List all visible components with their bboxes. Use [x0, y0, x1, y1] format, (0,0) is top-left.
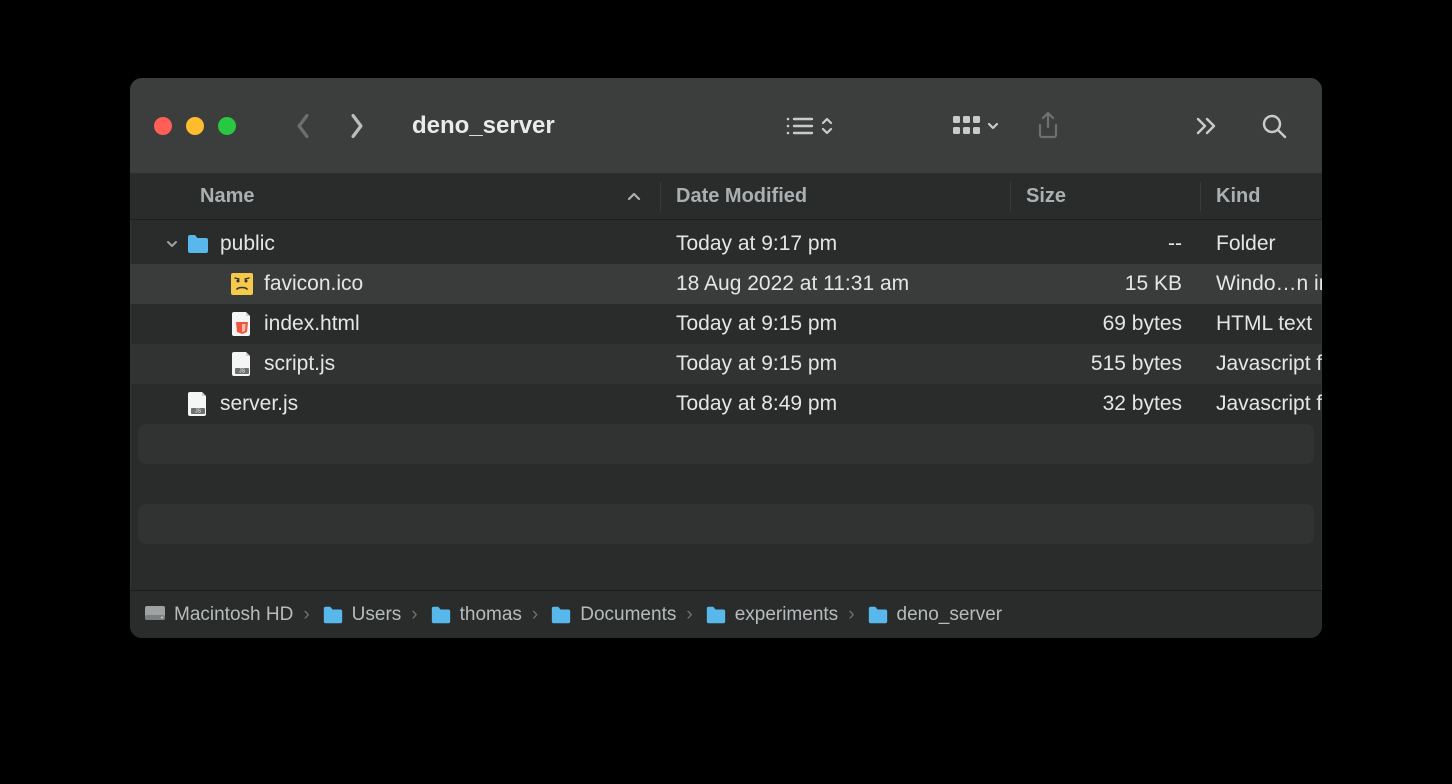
- zoom-window-button[interactable]: [218, 117, 236, 135]
- share-button[interactable]: [1024, 106, 1072, 146]
- forward-button[interactable]: [340, 109, 374, 143]
- file-row[interactable]: public Today at 9:17 pm -- Folder: [130, 224, 1322, 264]
- file-row[interactable]: index.html Today at 9:15 pm 69 bytes HTML t…: [130, 304, 1322, 344]
- path-crumb[interactable]: experiments ›: [705, 604, 857, 626]
- column-header: Name Date Modified Size Kind: [130, 174, 1322, 220]
- folder-icon: [550, 605, 572, 625]
- empty-row: [138, 504, 1314, 544]
- column-header-date[interactable]: Date Modified: [660, 174, 1010, 219]
- file-date: Today at 9:15 pm: [676, 312, 837, 336]
- path-crumb-label: thomas: [460, 604, 522, 626]
- group-by-button[interactable]: [948, 106, 1004, 146]
- chevron-up-down-icon: [820, 115, 834, 137]
- file-size: 515 bytes: [1091, 352, 1182, 376]
- path-separator-icon: ›: [303, 604, 309, 626]
- favicon-icon: [230, 272, 254, 296]
- window-controls: [154, 117, 236, 135]
- path-separator-icon: ›: [411, 604, 417, 626]
- file-date: Today at 8:49 pm: [676, 392, 837, 416]
- path-separator-icon: ›: [686, 604, 692, 626]
- file-size: 15 KB: [1125, 272, 1182, 296]
- more-button[interactable]: [1182, 106, 1230, 146]
- sort-ascending-icon: [626, 185, 642, 208]
- file-name: script.js: [264, 352, 335, 376]
- column-name-label: Name: [200, 185, 254, 208]
- file-row[interactable]: JS server.js Today at 8:49 pm 32 bytes Javas…: [130, 384, 1322, 424]
- column-kind-label: Kind: [1216, 185, 1260, 208]
- path-crumb[interactable]: thomas ›: [430, 604, 541, 626]
- share-icon: [1035, 111, 1061, 141]
- path-crumb[interactable]: Users ›: [322, 604, 420, 626]
- list-view-icon: [784, 115, 814, 137]
- file-size: 32 bytes: [1103, 392, 1182, 416]
- column-header-size[interactable]: Size: [1010, 174, 1200, 219]
- path-crumb[interactable]: Documents ›: [550, 604, 694, 626]
- js-icon: JS: [186, 392, 210, 416]
- file-name: favicon.ico: [264, 272, 363, 296]
- chevron-left-icon: [294, 113, 312, 139]
- path-crumb-label: Documents: [580, 604, 676, 626]
- finder-window: deno_server: [130, 78, 1322, 638]
- grid-group-icon: [952, 115, 980, 137]
- column-date-label: Date Modified: [676, 185, 807, 208]
- path-crumb-label: Users: [352, 604, 402, 626]
- file-date: 18 Aug 2022 at 11:31 am: [676, 272, 909, 296]
- path-crumb[interactable]: deno_server: [867, 604, 1003, 626]
- path-crumb-label: deno_server: [897, 604, 1003, 626]
- window-title: deno_server: [412, 112, 555, 140]
- html-icon: [230, 312, 254, 336]
- search-icon: [1261, 113, 1287, 139]
- file-date: Today at 9:15 pm: [676, 352, 837, 376]
- path-bar: Macintosh HD›Users›thomas›Documents›expe…: [130, 590, 1322, 638]
- path-separator-icon: ›: [848, 604, 854, 626]
- file-date: Today at 9:17 pm: [676, 232, 837, 256]
- empty-row: [138, 424, 1314, 464]
- chevron-double-right-icon: [1194, 116, 1218, 136]
- js-icon: JS: [230, 352, 254, 376]
- path-crumb-label: experiments: [735, 604, 839, 626]
- close-window-button[interactable]: [154, 117, 172, 135]
- file-row[interactable]: JS script.js Today at 9:15 pm 515 bytes Java…: [130, 344, 1322, 384]
- file-size: 69 bytes: [1103, 312, 1182, 336]
- file-name: public: [220, 232, 275, 256]
- view-list-button[interactable]: [780, 106, 838, 146]
- file-name: server.js: [220, 392, 298, 416]
- folder-icon: [705, 605, 727, 625]
- folder-icon: [186, 232, 210, 256]
- svg-text:JS: JS: [239, 369, 246, 375]
- path-separator-icon: ›: [532, 604, 538, 626]
- column-size-label: Size: [1026, 185, 1066, 208]
- search-button[interactable]: [1250, 106, 1298, 146]
- path-crumb-label: Macintosh HD: [174, 604, 293, 626]
- file-kind: Folder: [1216, 232, 1276, 256]
- minimize-window-button[interactable]: [186, 117, 204, 135]
- chevron-down-icon: [986, 119, 1000, 133]
- file-kind: Javascript file: [1216, 392, 1322, 416]
- file-kind: Windo…n image: [1216, 272, 1322, 296]
- path-crumb[interactable]: Macintosh HD ›: [144, 604, 312, 626]
- file-row[interactable]: favicon.ico 18 Aug 2022 at 11:31 am 15 KB W…: [130, 264, 1322, 304]
- chevron-right-icon: [348, 113, 366, 139]
- toolbar: deno_server: [130, 78, 1322, 174]
- svg-text:JS: JS: [195, 409, 202, 415]
- hd-icon: [144, 605, 166, 625]
- file-kind: Javascript file: [1216, 352, 1322, 376]
- empty-row: [130, 464, 1322, 504]
- column-header-name[interactable]: Name: [200, 174, 660, 219]
- file-kind: HTML text: [1216, 312, 1312, 336]
- file-list: public Today at 9:17 pm -- Folder favicon.ic…: [130, 220, 1322, 590]
- folder-icon: [322, 605, 344, 625]
- column-header-kind[interactable]: Kind: [1200, 174, 1322, 219]
- file-name: index.html: [264, 312, 360, 336]
- back-button[interactable]: [286, 109, 320, 143]
- folder-icon: [430, 605, 452, 625]
- folder-icon: [867, 605, 889, 625]
- file-size: --: [1168, 232, 1182, 256]
- disclosure-triangle-icon[interactable]: [158, 237, 186, 251]
